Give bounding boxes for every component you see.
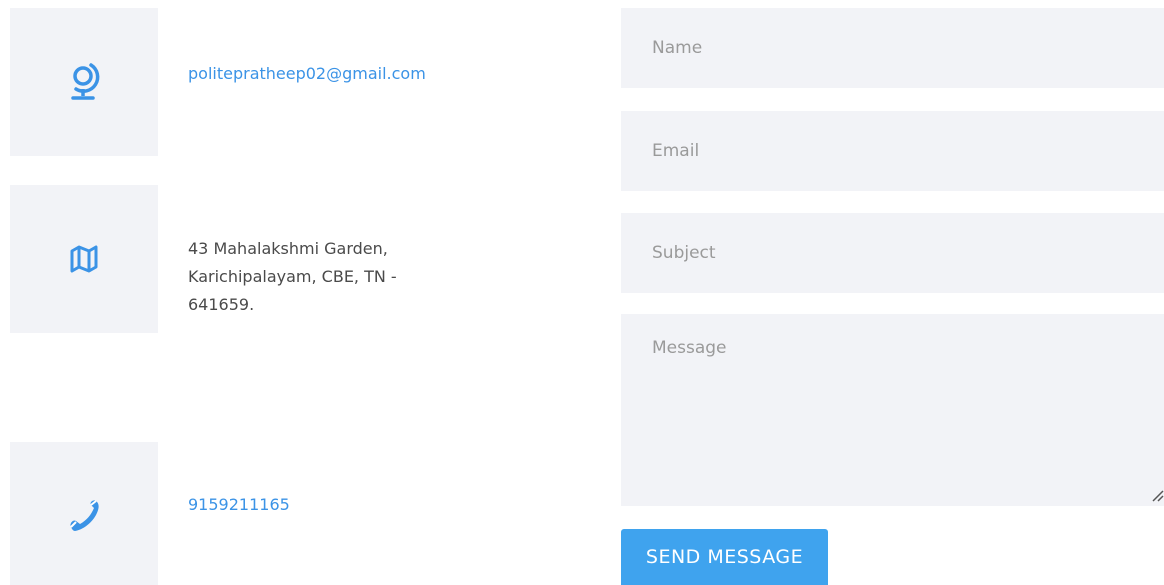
address-line-2: Karichipalayam, CBE, TN - [188, 267, 397, 286]
name-input[interactable] [621, 8, 1164, 88]
address-line-3: 641659. [188, 295, 255, 314]
email-icon-box [10, 8, 158, 156]
globe-icon [71, 63, 100, 100]
resize-handle-icon[interactable] [1151, 489, 1164, 502]
phone-link[interactable]: 9159211165 [188, 495, 290, 514]
subject-input[interactable] [621, 213, 1164, 293]
email-input[interactable] [621, 111, 1164, 191]
email-link[interactable]: politepratheep02@gmail.com [188, 64, 426, 83]
address-line-1: 43 Mahalakshmi Garden, [188, 239, 388, 258]
email-text: politepratheep02@gmail.com [188, 60, 488, 88]
phone-icon [70, 500, 99, 531]
address-icon-box [10, 185, 158, 333]
phone-icon-box [10, 442, 158, 585]
message-textarea[interactable] [621, 314, 1164, 506]
map-icon [70, 245, 98, 273]
contact-section: politepratheep02@gmail.com 43 Mahalakshm… [0, 0, 1164, 585]
phone-text: 9159211165 [188, 491, 488, 519]
send-message-button[interactable]: SEND MESSAGE [621, 529, 828, 585]
address-text: 43 Mahalakshmi Garden, Karichipalayam, C… [188, 235, 488, 319]
